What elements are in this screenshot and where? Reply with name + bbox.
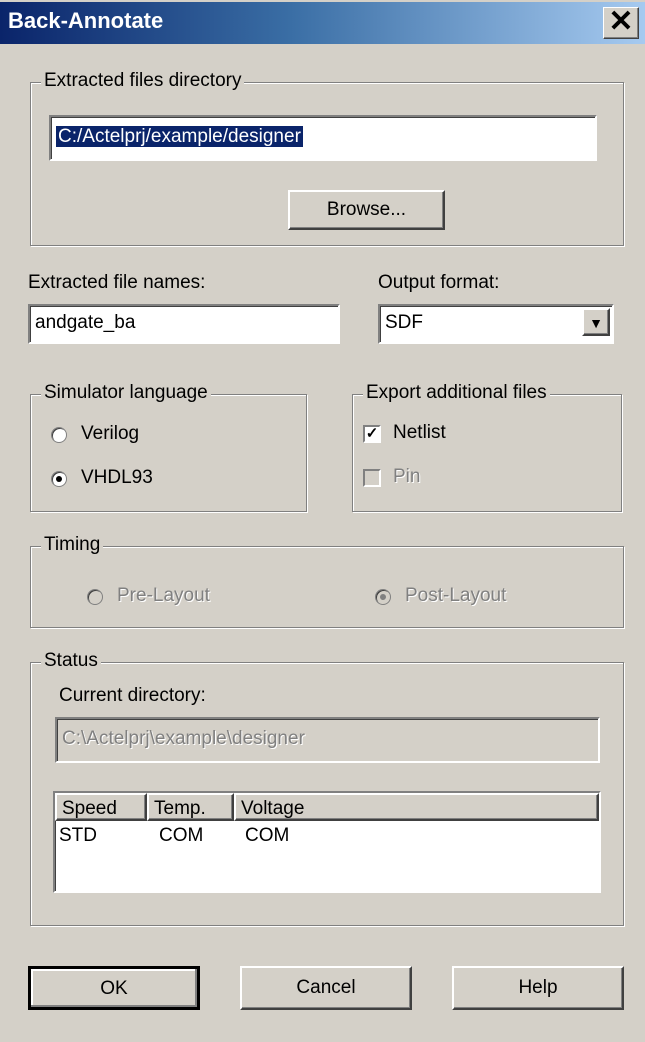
status-legend: Status (41, 650, 101, 672)
radio-pre-layout (87, 589, 103, 605)
output-format-label: Output format: (378, 272, 500, 293)
verilog-label[interactable]: Verilog (81, 423, 139, 445)
header-voltage[interactable]: Voltage (234, 793, 599, 821)
cell-temp: COM (159, 825, 204, 846)
netlist-label[interactable]: Netlist (393, 422, 446, 444)
radio-verilog[interactable] (51, 427, 67, 443)
dialog-title: Back-Annotate (8, 8, 164, 33)
extracted-dir-value: C:/Actelprj/example/designer (55, 125, 304, 148)
close-icon[interactable]: ✕ (603, 7, 639, 39)
radio-selected-dot (56, 476, 62, 482)
header-speed[interactable]: Speed (55, 793, 147, 821)
pin-checkbox (363, 469, 381, 487)
cancel-button[interactable]: Cancel (240, 966, 412, 1010)
file-names-value: andgate_ba (35, 312, 136, 333)
pre-layout-label: Pre-Layout (117, 585, 210, 606)
radio-vhdl93[interactable] (51, 471, 67, 487)
radio-post-layout (375, 589, 391, 605)
current-dir-label: Current directory: (59, 685, 206, 706)
timing-legend: Timing (41, 534, 104, 556)
extracted-dir-group: Extracted files directory C:/Actelprj/ex… (30, 70, 624, 246)
cell-voltage: COM (245, 825, 290, 846)
file-names-input[interactable]: andgate_ba (28, 304, 340, 344)
ok-button[interactable]: OK (28, 966, 200, 1010)
browse-button[interactable]: Browse... (288, 190, 445, 230)
timing-group: Timing Pre-Layout Post-Layout (30, 534, 624, 628)
cell-speed: STD (59, 825, 97, 846)
status-group: Status Current directory: C:\Actelprj\ex… (30, 650, 624, 926)
chevron-down-icon[interactable]: ▼ (582, 308, 610, 336)
extracted-dir-legend: Extracted files directory (41, 70, 245, 92)
file-names-label: Extracted file names: (28, 272, 206, 293)
status-table: Speed Temp. Voltage STD COM COM (53, 791, 601, 893)
vhdl93-label[interactable]: VHDL93 (81, 467, 153, 489)
post-layout-label: Post-Layout (405, 585, 507, 606)
title-bar[interactable]: Back-Annotate ✕ (0, 2, 645, 44)
current-dir-field: C:\Actelprj\example\designer (55, 717, 600, 763)
radio-selected-dot (380, 594, 386, 600)
output-format-value: SDF (385, 312, 423, 333)
export-files-group: Export additional files ✓ Netlist Pin (352, 382, 622, 512)
pin-label: Pin (393, 466, 421, 487)
extracted-dir-input[interactable]: C:/Actelprj/example/designer (49, 115, 597, 161)
output-format-select[interactable]: SDF ▼ (378, 304, 614, 344)
simulator-language-legend: Simulator language (41, 382, 211, 404)
export-files-legend: Export additional files (363, 382, 550, 404)
help-button[interactable]: Help (452, 966, 624, 1010)
simulator-language-group: Simulator language Verilog VHDL93 (30, 382, 307, 512)
netlist-checkbox[interactable]: ✓ (363, 425, 381, 443)
current-dir-value: C:\Actelprj\example\designer (62, 728, 305, 749)
back-annotate-dialog: Back-Annotate ✕ Extracted files director… (0, 0, 645, 1042)
header-temp[interactable]: Temp. (147, 793, 234, 821)
